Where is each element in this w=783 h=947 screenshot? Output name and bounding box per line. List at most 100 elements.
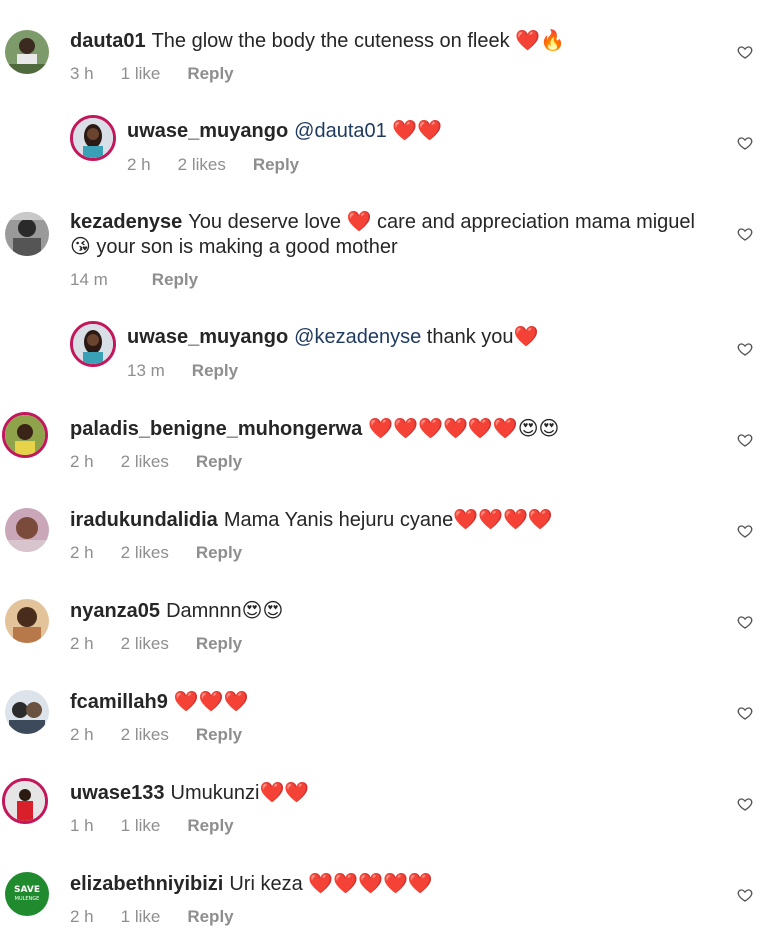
comment-time: 13 m (127, 361, 165, 380)
reply-button[interactable]: Reply (152, 270, 198, 289)
comment-body: Damnnn (166, 600, 242, 622)
avatar[interactable] (2, 412, 48, 458)
heart-outline-icon[interactable] (737, 887, 753, 903)
comment-text: uwase_muyango @dauta01 ❤️❤️ (127, 119, 442, 144)
reply-button[interactable]: Reply (192, 361, 238, 380)
comment-time: 2 h (70, 543, 94, 562)
comment-body: Umukunzi (170, 782, 260, 804)
comment-time: 1 h (70, 816, 94, 835)
comment-body: Mama Yanis hejuru cyane (223, 509, 454, 531)
like-count[interactable]: 2 likes (178, 155, 226, 174)
like-count[interactable]: 2 likes (121, 725, 169, 744)
heart-outline-icon[interactable] (737, 226, 753, 242)
username[interactable]: nyanza05 (70, 600, 160, 622)
reply-button[interactable]: Reply (196, 543, 242, 562)
reply-button[interactable]: Reply (187, 907, 233, 926)
like-count[interactable]: 2 likes (121, 452, 169, 471)
comment-text: uwase_muyango @kezadenyse thank you❤️ (127, 325, 538, 350)
avatar[interactable] (5, 30, 49, 74)
comment-meta: 3 h 1 like Reply (70, 64, 261, 84)
like-count[interactable]: 2 likes (121, 634, 169, 653)
emoji-group: ❤️❤️ (259, 782, 310, 804)
emoji-group: ❤️ (346, 211, 372, 233)
heart-outline-icon[interactable] (737, 135, 753, 151)
heart-outline-icon[interactable] (737, 341, 753, 357)
comment-meta: 2 h 2 likes Reply (70, 543, 269, 563)
heart-outline-icon[interactable] (737, 796, 753, 812)
reply-button[interactable]: Reply (196, 634, 242, 653)
comment-meta: 2 h 2 likes Reply (70, 634, 269, 654)
comment-time: 2 h (70, 634, 94, 653)
comment-body: Uri keza (229, 873, 303, 895)
avatar-text-mulenge: MULENGE (15, 896, 40, 902)
avatar[interactable] (70, 115, 116, 161)
comment-meta: 1 h 1 like Reply (70, 816, 261, 836)
comment-body-cont: care and appreciation mama miguel (377, 211, 695, 233)
comment-time: 2 h (70, 452, 94, 471)
username[interactable]: kezadenyse (70, 211, 182, 233)
reply-button[interactable]: Reply (196, 725, 242, 744)
emoji-group: 😘 (70, 236, 91, 258)
username[interactable]: fcamillah9 (70, 691, 168, 713)
username[interactable]: uwase_muyango (127, 326, 288, 348)
emoji-group: ❤️❤️❤️❤️❤️ (308, 873, 433, 895)
reply-button[interactable]: Reply (187, 64, 233, 83)
comment-text-line2: 😘 your son is making a good mother (70, 235, 398, 260)
heart-outline-icon[interactable] (737, 614, 753, 630)
comment-meta: 2 h 2 likes Reply (127, 155, 326, 175)
comment-body: thank you (426, 326, 514, 348)
comment-text: dauta01 The glow the body the cuteness on… (70, 29, 565, 54)
emoji-group: ❤️❤️ (392, 120, 443, 142)
emoji-group: ❤️❤️❤️❤️ (453, 509, 553, 531)
heart-outline-icon[interactable] (737, 432, 753, 448)
reply-button[interactable]: Reply (196, 452, 242, 471)
like-count[interactable]: 1 like (121, 907, 161, 926)
username[interactable]: elizabethniyibizi (70, 873, 223, 895)
heart-outline-icon[interactable] (737, 705, 753, 721)
username[interactable]: uwase_muyango (127, 120, 288, 142)
emoji-group: ❤️❤️❤️ (173, 691, 249, 713)
comment-text: fcamillah9 ❤️❤️❤️ (70, 690, 249, 715)
emoji-group: ❤️🔥 (515, 30, 565, 52)
like-count[interactable]: 1 like (121, 64, 161, 83)
avatar[interactable] (2, 778, 48, 824)
reply-button[interactable]: Reply (187, 816, 233, 835)
comment-meta: 2 h 2 likes Reply (70, 725, 269, 745)
like-count[interactable]: 2 likes (121, 543, 169, 562)
heart-outline-icon[interactable] (737, 44, 753, 60)
comment-time: 3 h (70, 64, 94, 83)
comment-time: 2 h (70, 725, 94, 744)
comment-time: 2 h (70, 907, 94, 926)
comment-text: uwase133 Umukunzi❤️❤️ (70, 781, 309, 806)
avatar[interactable] (5, 212, 49, 256)
comment-meta: 14 m Reply (70, 270, 225, 290)
comment-body-line2: your son is making a good mother (96, 236, 398, 258)
avatar-text-save: SAVE (14, 885, 40, 895)
avatar[interactable] (5, 690, 49, 734)
username[interactable]: iradukundalidia (70, 509, 218, 531)
mention-link[interactable]: @dauta01 (294, 120, 387, 142)
comment-time: 2 h (127, 155, 151, 174)
avatar[interactable] (5, 508, 49, 552)
username[interactable]: uwase133 (70, 782, 165, 804)
comment-text: paladis_benigne_muhongerwa ❤️❤️❤️❤️❤️❤️😍😍 (70, 417, 559, 442)
comment-text: iradukundalidia Mama Yanis hejuru cyane❤️… (70, 508, 553, 533)
comment-meta: 2 h 1 like Reply (70, 907, 261, 927)
like-count[interactable]: 1 like (121, 816, 161, 835)
comment-text: elizabethniyibizi Uri keza ❤️❤️❤️❤️❤️ (70, 872, 433, 897)
avatar[interactable] (5, 599, 49, 643)
avatar[interactable]: SAVE MULENGE (5, 872, 49, 916)
comment-text: kezadenyse You deserve love ❤️ care and a… (70, 210, 695, 235)
emoji-group: ❤️❤️❤️❤️❤️❤️😍😍 (368, 418, 560, 440)
comment-meta: 13 m Reply (127, 361, 265, 381)
username[interactable]: paladis_benigne_muhongerwa (70, 418, 362, 440)
emoji-group: ❤️ (513, 326, 539, 348)
comment-meta: 2 h 2 likes Reply (70, 452, 269, 472)
comment-body: You deserve love (188, 211, 342, 233)
username[interactable]: dauta01 (70, 30, 146, 52)
comment-text: nyanza05 Damnnn😍😍 (70, 599, 283, 624)
avatar[interactable] (70, 321, 116, 367)
mention-link[interactable]: @kezadenyse (294, 326, 421, 348)
heart-outline-icon[interactable] (737, 523, 753, 539)
reply-button[interactable]: Reply (253, 155, 299, 174)
